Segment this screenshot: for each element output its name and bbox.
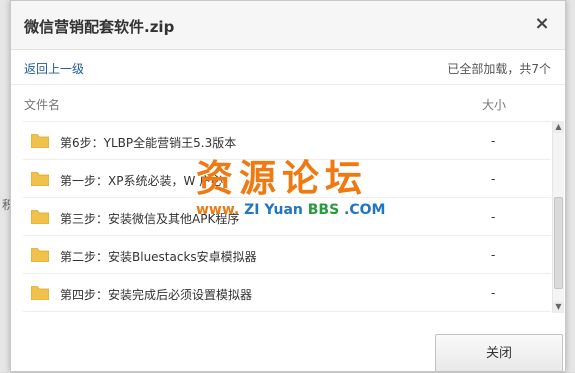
file-size: - <box>491 210 496 224</box>
folder-icon <box>31 210 49 224</box>
folder-icon <box>31 286 49 300</box>
load-status-text: 已全部加载，共7个 <box>447 62 551 76</box>
file-name: 第6步：YLBP全能营销王5.3版本 <box>60 136 237 150</box>
scroll-thumb[interactable] <box>554 197 563 289</box>
dialog-title: 微信营销配套软件.zip <box>24 18 175 36</box>
folder-icon <box>31 248 49 262</box>
list-item[interactable]: 第三步：安装微信及其他APK程序 - <box>23 198 551 236</box>
backdrop-right <box>565 0 575 372</box>
zip-preview-dialog: 微信营销配套软件.zip × 返回上一级 已全部加载，共7个 文件名 大小 第6… <box>10 0 566 372</box>
file-list-scrollbar[interactable]: ▲ ▼ <box>552 121 564 313</box>
column-header-name: 文件名 <box>24 98 61 112</box>
file-list: 第6步：YLBP全能营销王5.3版本 - 第一步：XP系统必装，W 户必 - 第… <box>23 121 551 314</box>
file-name: 第二步：安装Bluestacks安卓模拟器 <box>60 250 257 264</box>
file-size: - <box>491 286 496 300</box>
list-item[interactable]: 第6步：YLBP全能营销王5.3版本 - <box>23 122 551 160</box>
list-item[interactable]: 第二步：安装Bluestacks安卓模拟器 - <box>23 236 551 274</box>
dialog-titlebar: 微信营销配套软件.zip × <box>11 1 565 50</box>
file-size: - <box>491 134 496 148</box>
close-button[interactable]: 关闭 <box>435 334 563 372</box>
file-list-header: 文件名 大小 <box>11 85 565 119</box>
file-size: - <box>491 248 496 262</box>
folder-icon <box>31 134 49 148</box>
list-item[interactable]: 第一步：XP系统必装，W 户必 - <box>23 160 551 198</box>
dialog-footer: 关闭 <box>11 315 565 373</box>
nav-bar: 返回上一级 已全部加载，共7个 <box>11 50 565 85</box>
file-size: - <box>491 172 496 186</box>
back-to-parent-link[interactable]: 返回上一级 <box>24 60 84 77</box>
list-item[interactable]: 第四步：安装完成后必须设置模拟器 - <box>23 274 551 312</box>
scroll-up-arrow-icon[interactable]: ▲ <box>553 121 564 133</box>
scroll-down-arrow-icon[interactable]: ▼ <box>553 301 564 313</box>
column-header-size: 大小 <box>482 98 507 112</box>
file-name: 第四步：安装完成后必须设置模拟器 <box>60 288 253 302</box>
close-icon[interactable]: × <box>531 13 553 35</box>
file-name: 第一步：XP系统必装，W 户必 <box>60 174 224 188</box>
file-name: 第三步：安装微信及其他APK程序 <box>60 212 240 226</box>
folder-icon <box>31 172 49 186</box>
